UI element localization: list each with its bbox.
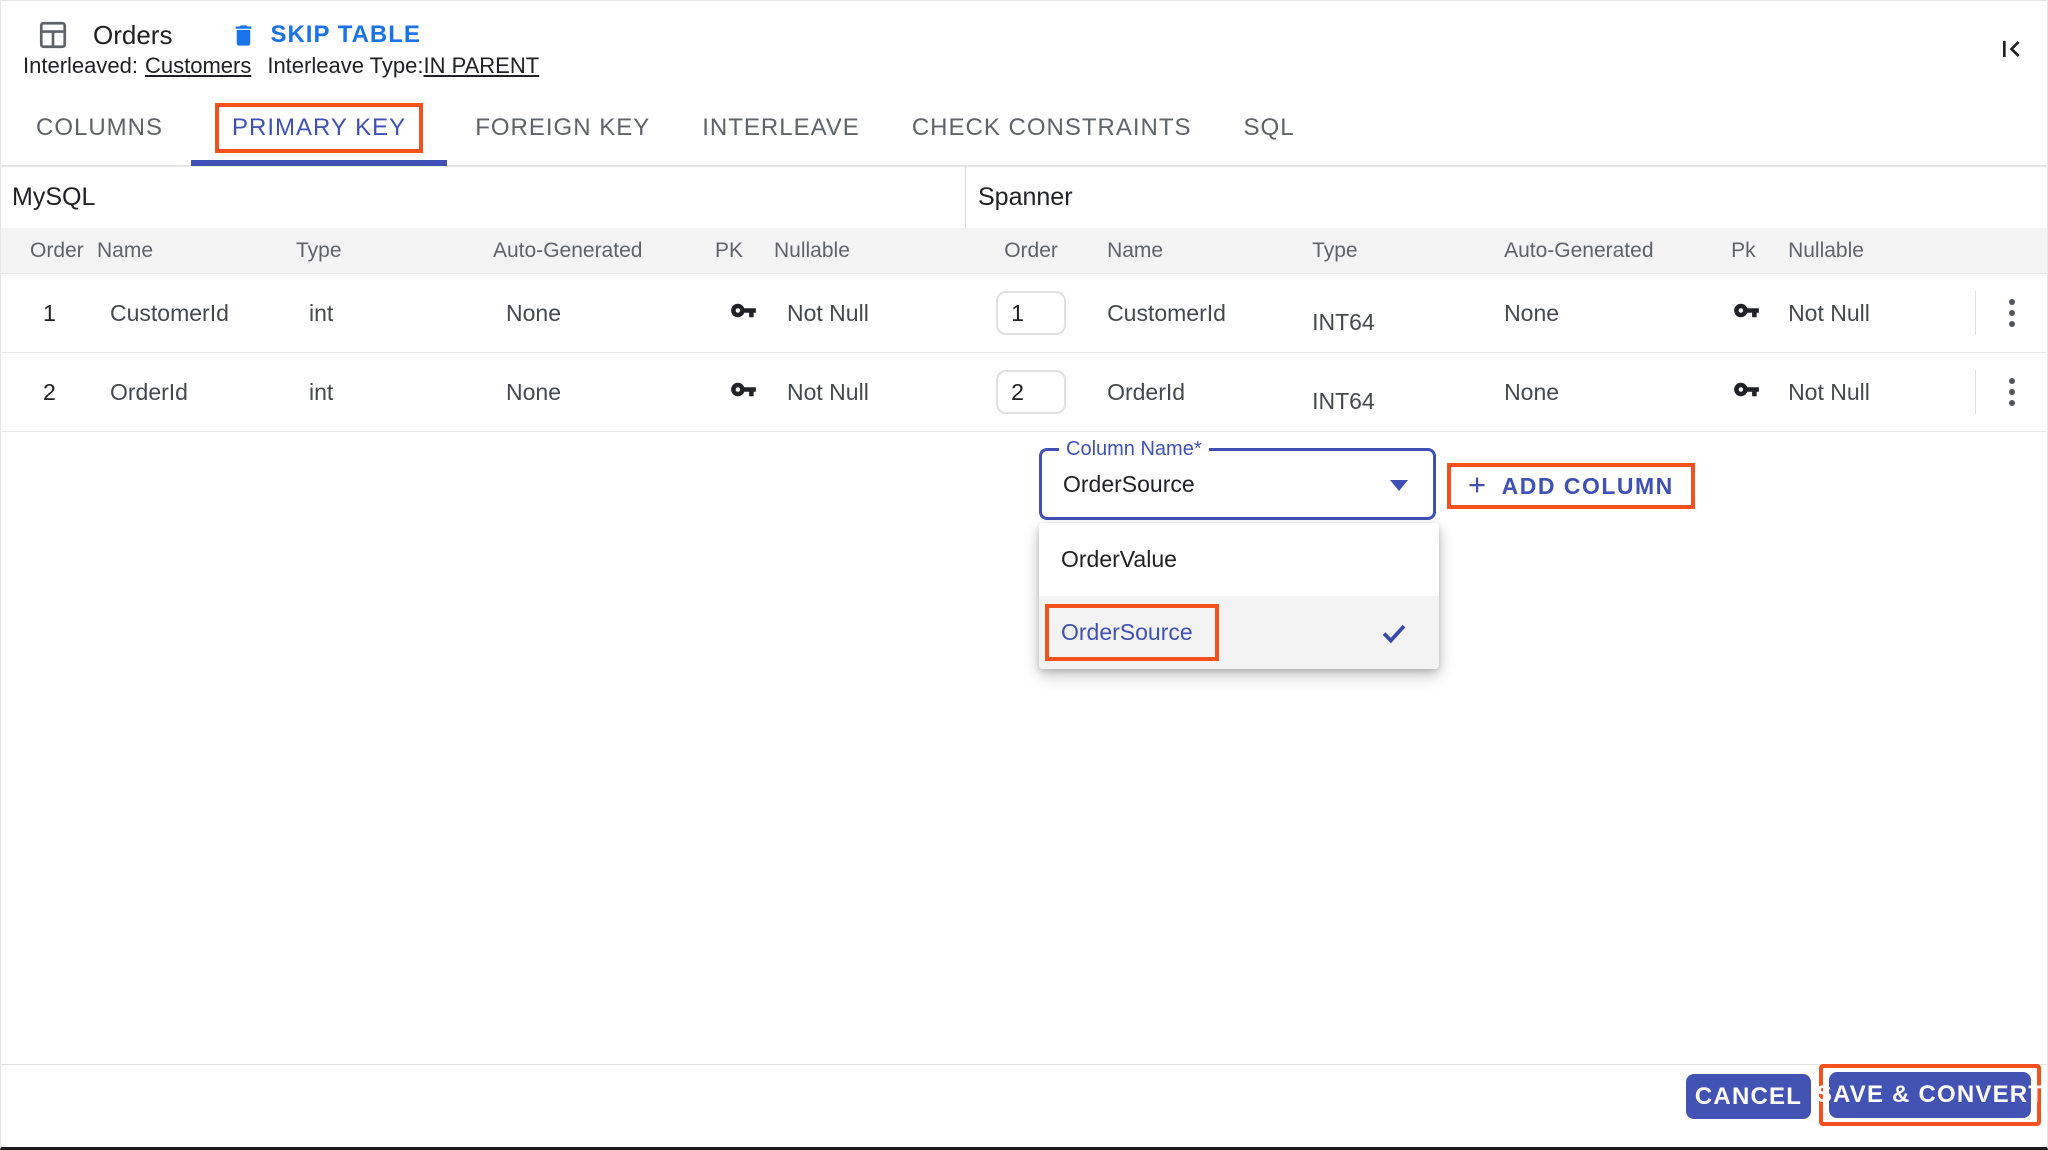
collapse-panel-button[interactable]: [1995, 33, 2027, 68]
dropdown-option-ordersource[interactable]: OrderSource: [1039, 596, 1439, 669]
interleave-type-label: Interleave Type:: [267, 53, 423, 79]
spanner-order-input[interactable]: [996, 370, 1066, 414]
spanner-column-type: INT64: [1312, 309, 1375, 335]
header-spanner-auto-generated: Auto-Generated: [1504, 239, 1731, 263]
spanner-column-name: CustomerId: [1107, 300, 1312, 327]
dropdown-option-ordervalue[interactable]: OrderValue: [1039, 523, 1439, 596]
row-menu-button[interactable]: [2001, 370, 2023, 414]
mysql-auto-generated: None: [506, 300, 728, 327]
primary-key-icon: [730, 297, 757, 324]
mysql-nullable: Not Null: [787, 300, 965, 327]
save-and-convert-button[interactable]: SAVE & CONVERT: [1829, 1072, 2031, 1118]
interleave-type-value: IN PARENT: [423, 53, 539, 79]
cancel-button[interactable]: CANCEL: [1686, 1074, 1811, 1119]
spanner-nullable: Not Null: [1788, 300, 1975, 327]
trash-icon: [230, 22, 257, 49]
column-name-selected-value: OrderSource: [1063, 471, 1195, 498]
highlight-box-add-column: + ADD COLUMN: [1447, 463, 1695, 509]
header-spanner-order: Order: [996, 239, 1066, 263]
db-section-header: MySQL Spanner: [1, 167, 2047, 228]
header-spanner-pk: Pk: [1731, 239, 1788, 263]
table-row: 1 CustomerId int None Not Null CustomerI…: [1, 274, 2047, 353]
tab-sql[interactable]: SQL: [1218, 91, 1321, 165]
mysql-order-value: 1: [43, 300, 110, 327]
primary-key-icon: [1733, 376, 1760, 403]
page-title: Orders: [93, 20, 172, 51]
skip-table-button[interactable]: SKIP TABLE: [230, 21, 420, 49]
primary-key-icon: [1733, 297, 1760, 324]
spanner-order-input[interactable]: [996, 291, 1066, 335]
interleaved-label: Interleaved:: [23, 53, 138, 79]
primary-key-table: MySQL Spanner Order Name Type Auto-Gener…: [1, 166, 2047, 432]
header-mysql-type: Type: [296, 239, 493, 263]
mysql-order-value: 2: [43, 379, 110, 406]
column-name-select[interactable]: Column Name* OrderSource: [1039, 448, 1436, 520]
more-vert-icon: [2009, 378, 2015, 384]
spanner-auto-generated: None: [1504, 300, 1731, 327]
interleave-info: Interleaved: Customers Interleave Type: …: [23, 53, 539, 79]
tab-bar: COLUMNS PRIMARY KEY FOREIGN KEY INTERLEA…: [1, 91, 2047, 166]
tab-primary-key[interactable]: PRIMARY KEY: [189, 91, 449, 165]
add-column-button[interactable]: + ADD COLUMN: [1451, 467, 1691, 505]
header-mysql-name: Name: [97, 239, 296, 263]
spanner-nullable: Not Null: [1788, 379, 1975, 406]
mysql-column-type: int: [309, 300, 506, 327]
spanner-column-type: INT64: [1312, 388, 1375, 414]
column-header-row: Order Name Type Auto-Generated PK Nullab…: [1, 228, 2047, 274]
header-spanner-name: Name: [1107, 239, 1312, 263]
highlight-box-primary-key-tab: PRIMARY KEY: [215, 103, 423, 153]
table-row: 2 OrderId int None Not Null OrderId INT6…: [1, 353, 2047, 432]
interleaved-parent-table: Customers: [145, 53, 251, 79]
tab-columns[interactable]: COLUMNS: [10, 91, 189, 165]
target-db-label: Spanner: [966, 167, 2047, 228]
mysql-auto-generated: None: [506, 379, 728, 406]
footer-divider: [1, 1064, 2047, 1065]
check-icon: [1379, 618, 1409, 648]
mysql-nullable: Not Null: [787, 379, 965, 406]
add-column-label: ADD COLUMN: [1502, 473, 1674, 500]
header-spanner-nullable: Nullable: [1788, 239, 1975, 263]
header: Orders SKIP TABLE: [37, 14, 421, 56]
tab-interleave[interactable]: INTERLEAVE: [676, 91, 886, 165]
column-name-dropdown-panel: OrderValue OrderSource: [1039, 523, 1439, 669]
more-vert-icon: [2009, 299, 2015, 305]
mysql-column-type: int: [309, 379, 506, 406]
source-db-label: MySQL: [1, 167, 966, 228]
highlight-box-ordersource-option: OrderSource: [1045, 604, 1219, 661]
header-mysql-order: Order: [30, 239, 97, 263]
plus-icon: +: [1468, 467, 1488, 503]
dropdown-arrow-icon: [1390, 480, 1408, 491]
table-icon: [37, 19, 69, 51]
primary-key-icon: [730, 376, 757, 403]
first-page-icon: [1995, 33, 2027, 65]
spanner-column-name: OrderId: [1107, 379, 1312, 406]
row-menu-button[interactable]: [2001, 291, 2023, 335]
skip-table-label: SKIP TABLE: [270, 21, 420, 49]
mysql-column-name: OrderId: [110, 379, 309, 406]
header-mysql-pk: PK: [715, 239, 774, 263]
spanner-auto-generated: None: [1504, 379, 1731, 406]
tab-foreign-key[interactable]: FOREIGN KEY: [449, 91, 676, 165]
mysql-column-name: CustomerId: [110, 300, 309, 327]
column-name-field-label: Column Name*: [1059, 438, 1209, 461]
header-spanner-type: Type: [1312, 239, 1504, 263]
header-mysql-auto-generated: Auto-Generated: [493, 239, 715, 263]
tab-check-constraints[interactable]: CHECK CONSTRAINTS: [886, 91, 1218, 165]
table-detail-panel: Orders SKIP TABLE Interleaved: Customers…: [0, 0, 2048, 1150]
header-mysql-nullable: Nullable: [774, 239, 965, 263]
